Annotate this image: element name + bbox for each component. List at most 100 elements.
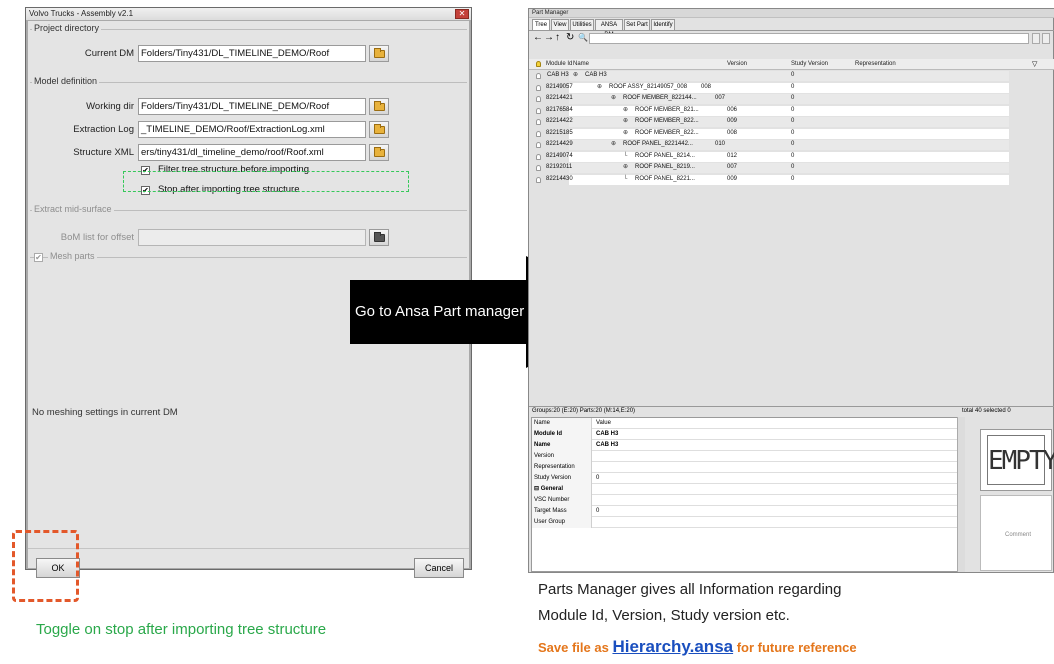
column-representation[interactable]: Representation bbox=[855, 59, 896, 69]
property-row[interactable]: Version bbox=[532, 451, 962, 462]
hierarchy-file-link[interactable]: Hierarchy.ansa bbox=[612, 637, 733, 656]
bom-list-browse-button[interactable] bbox=[369, 229, 389, 246]
lightbulb-icon[interactable] bbox=[536, 61, 541, 67]
forward-icon[interactable]: → bbox=[544, 31, 554, 45]
column-name[interactable]: Name bbox=[573, 59, 589, 69]
column-study-version[interactable]: Study Version bbox=[791, 59, 828, 69]
tab-divider bbox=[529, 30, 1054, 31]
property-row[interactable]: Name CAB H3 bbox=[532, 440, 962, 451]
row-name: ROOF PANEL_8221442... bbox=[623, 141, 693, 147]
property-name: VSC Number bbox=[532, 495, 592, 506]
lightbulb-icon[interactable] bbox=[536, 130, 541, 137]
part-manager-title: Part Manager bbox=[529, 9, 1054, 18]
tree-expand-icon[interactable]: ⊕ bbox=[623, 163, 628, 172]
column-version[interactable]: Version bbox=[727, 59, 747, 69]
bom-list-field[interactable] bbox=[138, 229, 366, 246]
current-dm-field[interactable]: Folders/Tiny431/DL_TIMELINE_DEMO/Roof bbox=[138, 45, 366, 62]
structure-xml-browse-button[interactable] bbox=[369, 144, 389, 161]
column-module-id[interactable]: Module Id bbox=[546, 59, 572, 69]
filter-icon[interactable] bbox=[1032, 33, 1040, 44]
current-dm-browse-button[interactable] bbox=[369, 45, 389, 62]
dialog-title: Volvo Trucks - Assembly v2.1 bbox=[26, 8, 471, 20]
tree-expand-icon[interactable]: ⊕ bbox=[611, 140, 616, 149]
tab-view[interactable]: View bbox=[551, 19, 569, 30]
lightbulb-icon[interactable] bbox=[536, 96, 541, 102]
lightbulb-icon[interactable] bbox=[536, 142, 541, 148]
extraction-log-browse-button[interactable] bbox=[369, 121, 389, 138]
row-module-id: 82214429 bbox=[546, 141, 573, 147]
property-row[interactable]: User Group bbox=[532, 517, 962, 528]
tree-expand-icon[interactable]: ⊕ bbox=[597, 83, 602, 92]
property-row[interactable]: Target Mass 0 bbox=[532, 506, 962, 517]
ok-button-highlight bbox=[12, 530, 79, 602]
row-module-id: 82149057 bbox=[546, 83, 573, 90]
lightbulb-icon[interactable] bbox=[536, 165, 541, 171]
property-row[interactable]: Study Version 0 bbox=[532, 473, 962, 484]
property-value[interactable]: CAB H3 bbox=[594, 429, 618, 440]
tree-expand-icon[interactable]: ⊕ bbox=[623, 106, 628, 115]
tree-expand-icon[interactable]: ⊕ bbox=[623, 117, 628, 126]
property-value[interactable] bbox=[594, 484, 596, 495]
lightbulb-icon[interactable] bbox=[536, 73, 541, 79]
mesh-parts-checkbox[interactable]: ✔ bbox=[34, 253, 43, 262]
property-row[interactable]: VSC Number bbox=[532, 495, 962, 506]
property-row[interactable]: Module Id CAB H3 bbox=[532, 429, 962, 440]
row-study-version: 0 bbox=[791, 152, 795, 159]
property-value[interactable] bbox=[594, 517, 596, 528]
row-name: ROOF PANEL_8214... bbox=[635, 152, 695, 159]
tab-set-part[interactable]: Set Part bbox=[624, 19, 650, 30]
folder-icon bbox=[374, 48, 385, 58]
lightbulb-icon[interactable] bbox=[536, 84, 541, 91]
extraction-log-field[interactable]: _TIMELINE_DEMO/Roof/ExtractionLog.xml bbox=[138, 121, 366, 138]
table-row[interactable] bbox=[569, 71, 1009, 81]
lightbulb-icon[interactable] bbox=[536, 119, 541, 125]
properties-scrollbar[interactable] bbox=[957, 417, 965, 572]
row-version: 008 bbox=[701, 83, 712, 90]
tab-identify[interactable]: Identify bbox=[651, 19, 675, 30]
search-icon[interactable]: 🔍 bbox=[578, 31, 588, 45]
property-value[interactable]: CAB H3 bbox=[594, 440, 618, 451]
tree-expand-icon[interactable]: └ bbox=[623, 175, 627, 184]
lightbulb-icon[interactable] bbox=[536, 153, 541, 160]
tree-expand-icon[interactable]: ⊕ bbox=[623, 129, 628, 138]
tab-tree[interactable]: Tree bbox=[532, 19, 550, 30]
total-status: total 40 selected 0 bbox=[962, 408, 1011, 414]
lightbulb-icon[interactable] bbox=[536, 107, 541, 114]
row-name: ROOF MEMBER_822144... bbox=[623, 95, 697, 101]
current-dm-label: Current DM bbox=[84, 48, 134, 59]
property-name: Module Id bbox=[532, 429, 592, 440]
cancel-button[interactable]: Cancel bbox=[414, 558, 464, 578]
property-value[interactable]: 0 bbox=[594, 506, 599, 517]
lightbulb-icon[interactable] bbox=[536, 176, 541, 183]
property-row[interactable]: Representation bbox=[532, 462, 962, 473]
tree-expand-icon[interactable]: ⊕ bbox=[573, 71, 578, 80]
property-value[interactable] bbox=[594, 451, 596, 462]
back-icon[interactable]: ← bbox=[533, 31, 543, 45]
funnel-icon[interactable]: ▽ bbox=[1032, 60, 1037, 69]
tree-expand-icon[interactable]: └ bbox=[623, 152, 627, 161]
property-value[interactable] bbox=[594, 462, 596, 473]
property-value[interactable] bbox=[594, 495, 596, 506]
caption-save-suffix: for future reference bbox=[733, 640, 857, 655]
tree-expand-icon[interactable]: ⊕ bbox=[611, 94, 616, 103]
close-icon[interactable]: ✕ bbox=[455, 9, 469, 19]
property-value[interactable]: 0 bbox=[594, 473, 599, 484]
structure-xml-label: Structure XML bbox=[73, 147, 134, 158]
structure-xml-field[interactable]: ers/tiny431/dl_timeline_demo/roof/Roof.x… bbox=[138, 144, 366, 161]
property-name: Target Mass bbox=[532, 506, 592, 517]
up-icon[interactable]: ↑ bbox=[555, 31, 560, 45]
tab-ansa-dm[interactable]: ANSA DM bbox=[595, 19, 623, 38]
search-input[interactable] bbox=[589, 33, 1029, 44]
property-row[interactable]: ⊟ General bbox=[532, 484, 962, 495]
row-module-id: 82214422 bbox=[546, 118, 573, 124]
working-dir-field[interactable]: Folders/Tiny431/DL_TIMELINE_DEMO/Roof bbox=[138, 98, 366, 115]
row-version: 012 bbox=[727, 152, 738, 159]
row-name: ROOF MEMBER_821... bbox=[635, 106, 699, 113]
properties-name-header: Name bbox=[532, 418, 592, 429]
options-icon[interactable] bbox=[1042, 33, 1050, 44]
caption-save-prefix: Save file as bbox=[538, 640, 613, 655]
tab-utilities[interactable]: Utilities bbox=[570, 19, 594, 30]
properties-header: Name Value bbox=[532, 418, 962, 429]
working-dir-browse-button[interactable] bbox=[369, 98, 389, 115]
refresh-icon[interactable]: ↻ bbox=[566, 31, 574, 45]
